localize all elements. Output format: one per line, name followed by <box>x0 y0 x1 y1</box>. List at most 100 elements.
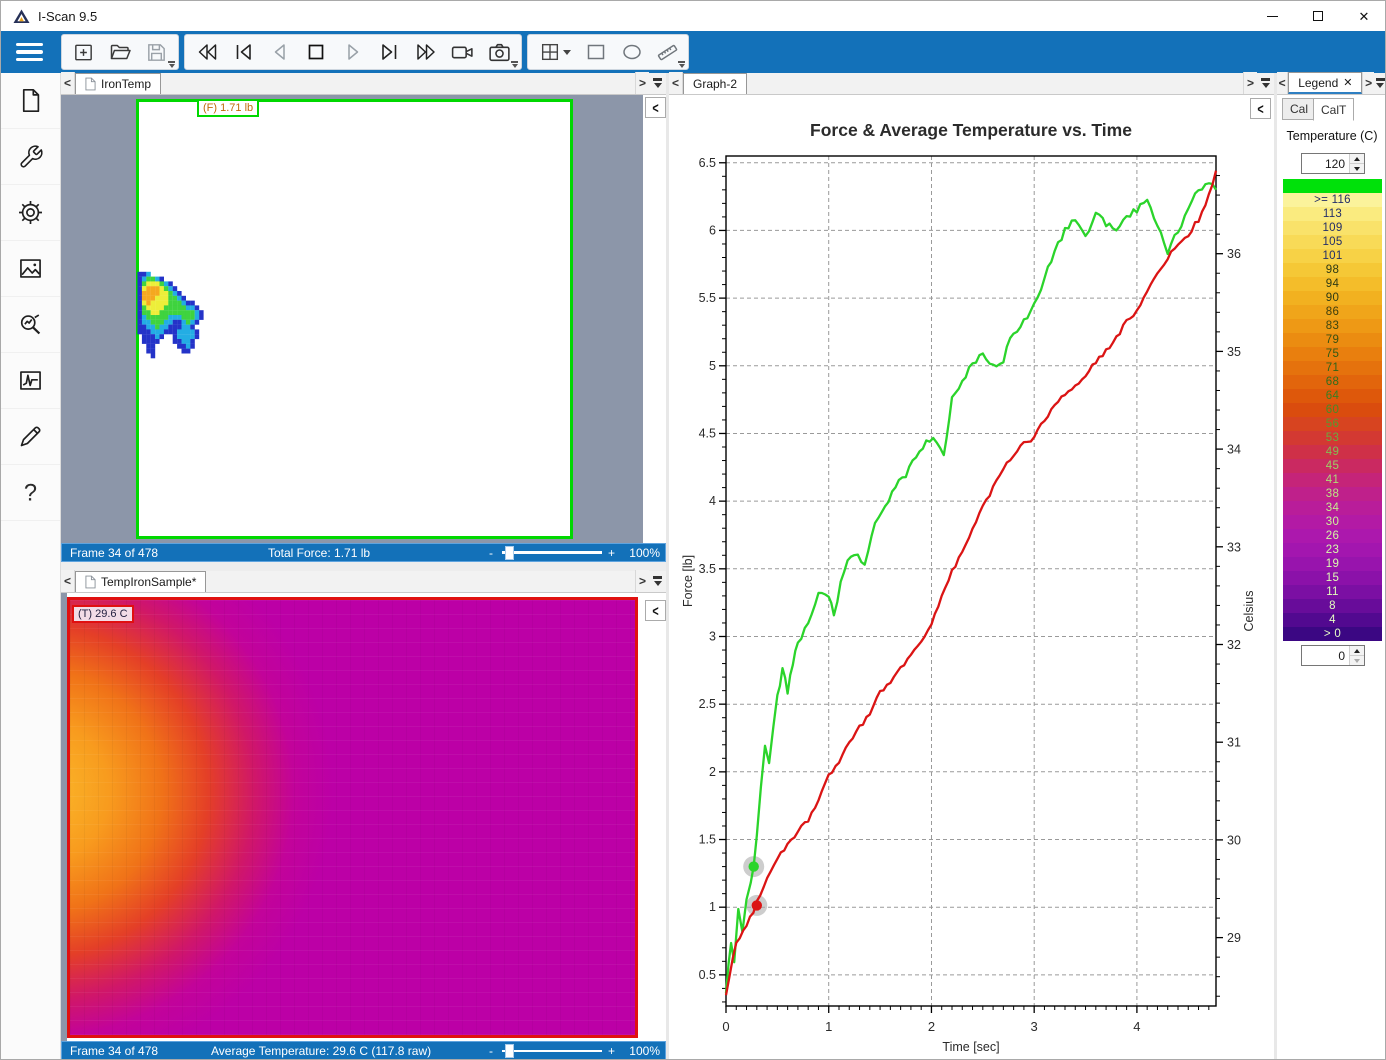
sidebar-item-settings[interactable] <box>1 185 60 241</box>
legend-scale-row: 41 <box>1283 473 1382 487</box>
sidebar-item-document[interactable] <box>1 73 60 129</box>
subtab-cal[interactable]: Cal <box>1282 98 1316 120</box>
spinner-down-button[interactable] <box>1350 656 1364 665</box>
sidebar-item-help[interactable]: ? <box>1 465 60 521</box>
rewind-icon <box>195 40 219 64</box>
add-view-icon <box>72 41 95 64</box>
spinner-up-button[interactable] <box>1350 646 1364 656</box>
sidebar-item-analysis[interactable] <box>1 297 60 353</box>
zoom-out-button[interactable]: - <box>489 546 493 560</box>
legend-min-value[interactable]: 0 <box>1302 646 1349 665</box>
slider-handle[interactable] <box>505 546 514 560</box>
spinner-down-button[interactable] <box>1350 164 1364 173</box>
legend-scale-row: 34 <box>1283 501 1382 515</box>
tab-scroll-left-button[interactable]: < <box>61 570 75 592</box>
zoom-out-button[interactable]: - <box>489 1044 493 1058</box>
chevron-down-icon <box>563 50 571 55</box>
menu-button[interactable] <box>1 31 61 73</box>
add-view-button[interactable] <box>69 37 99 67</box>
fast-forward-icon <box>414 40 438 64</box>
toolbar-overflow-icon[interactable] <box>168 61 175 68</box>
first-frame-button[interactable] <box>228 37 258 67</box>
tab-tempironsample[interactable]: TempIronSample* <box>75 571 206 592</box>
sidebar-item-image[interactable] <box>1 241 60 297</box>
svg-text:32: 32 <box>1227 638 1241 652</box>
toolbar-group-tools <box>527 34 689 70</box>
open-file-button[interactable] <box>105 37 135 67</box>
arrow-up-icon <box>1354 649 1360 653</box>
thermal-map-area[interactable]: (T) 29.6 C <box>67 597 638 1038</box>
tab-list-button[interactable] <box>1374 72 1386 94</box>
tabstrip-filler <box>206 570 635 592</box>
tab-list-icon <box>1376 78 1385 81</box>
sidebar-item-graph[interactable] <box>1 353 60 409</box>
legend-tabbar: < Legend ✕ > <box>1277 73 1386 95</box>
rewind-button[interactable] <box>192 37 222 67</box>
tab-label: Graph-2 <box>693 77 737 91</box>
tab-scroll-right-button[interactable]: > <box>1243 72 1257 94</box>
minimize-button[interactable] <box>1249 1 1295 31</box>
play-icon <box>341 40 365 64</box>
arrow-down-icon <box>1354 167 1360 171</box>
tab-scroll-left-button[interactable]: < <box>61 72 75 94</box>
sidebar-item-tools[interactable] <box>1 129 60 185</box>
legend-max-spinner[interactable]: 120 <box>1301 153 1365 174</box>
zoom-slider[interactable] <box>502 546 602 560</box>
tab-list-button[interactable] <box>649 570 666 592</box>
zoom-in-button[interactable]: + <box>608 546 615 560</box>
record-movie-button[interactable] <box>448 37 478 67</box>
legend-max-value[interactable]: 120 <box>1302 154 1349 173</box>
slider-handle[interactable] <box>505 1044 514 1058</box>
zoom-slider[interactable] <box>502 1044 602 1058</box>
sidebar-item-annotate[interactable] <box>1 409 60 465</box>
slider-track[interactable] <box>502 1050 602 1053</box>
toolbar-overflow-icon[interactable] <box>511 61 518 68</box>
rectangle-tool-button[interactable] <box>581 37 611 67</box>
legend-min-spinner[interactable]: 0 <box>1301 645 1365 666</box>
legend-scale-row: 56 <box>1283 417 1382 431</box>
collapse-panel-button[interactable]: < <box>1250 98 1271 119</box>
close-button[interactable]: ✕ <box>1341 1 1386 31</box>
toolbar-overflow-icon[interactable] <box>678 61 685 68</box>
last-frame-button[interactable] <box>375 37 405 67</box>
legend-scale-row: 26 <box>1283 529 1382 543</box>
left-axis-label: Force [lb] <box>681 555 695 607</box>
previous-frame-button[interactable] <box>265 37 295 67</box>
save-button[interactable] <box>142 37 172 67</box>
svg-text:6.5: 6.5 <box>699 156 716 170</box>
fast-forward-button[interactable] <box>411 37 441 67</box>
force-view[interactable]: (F) 1.71 lb <box>61 95 666 543</box>
tab-list-button[interactable] <box>1257 72 1274 94</box>
tab-scroll-right-button[interactable]: > <box>1362 72 1373 94</box>
tab-list-button[interactable] <box>649 72 666 94</box>
play-button[interactable] <box>338 37 368 67</box>
legend-scale-row: 60 <box>1283 403 1382 417</box>
grid-layout-button[interactable] <box>534 37 576 67</box>
close-tab-icon[interactable]: ✕ <box>1343 76 1352 89</box>
tab-scroll-left-button[interactable]: < <box>1277 72 1288 94</box>
snapshot-button[interactable] <box>484 37 514 67</box>
temperature-view[interactable]: (T) 29.6 C <box>61 593 666 1041</box>
stop-button[interactable] <box>301 37 331 67</box>
slider-track[interactable] <box>502 551 602 554</box>
svg-text:34: 34 <box>1227 443 1241 457</box>
legend-scale-row: 45 <box>1283 459 1382 473</box>
tab-scroll-left-button[interactable]: < <box>669 72 683 94</box>
tab-list-icon <box>1261 78 1270 81</box>
tab-label: IronTemp <box>101 77 151 91</box>
force-temp-chart[interactable]: 0.511.522.533.544.555.566.50123429303132… <box>669 95 1274 1060</box>
collapse-panel-button[interactable]: < <box>645 97 666 118</box>
subtab-calt[interactable]: CalT <box>1313 98 1354 121</box>
tab-scroll-right-button[interactable]: > <box>635 570 649 592</box>
zoom-in-button[interactable]: + <box>608 1044 615 1058</box>
tab-irontemp[interactable]: IronTemp <box>75 73 161 94</box>
spinner-up-button[interactable] <box>1350 154 1364 164</box>
legend-scale-row: 38 <box>1283 487 1382 501</box>
last-frame-icon <box>378 40 402 64</box>
tab-legend[interactable]: Legend ✕ <box>1288 72 1362 94</box>
collapse-panel-button[interactable]: < <box>645 600 666 621</box>
ellipse-tool-button[interactable] <box>617 37 647 67</box>
tab-graph-2[interactable]: Graph-2 <box>683 73 747 94</box>
maximize-button[interactable] <box>1295 1 1341 31</box>
tab-scroll-right-button[interactable]: > <box>635 72 649 94</box>
